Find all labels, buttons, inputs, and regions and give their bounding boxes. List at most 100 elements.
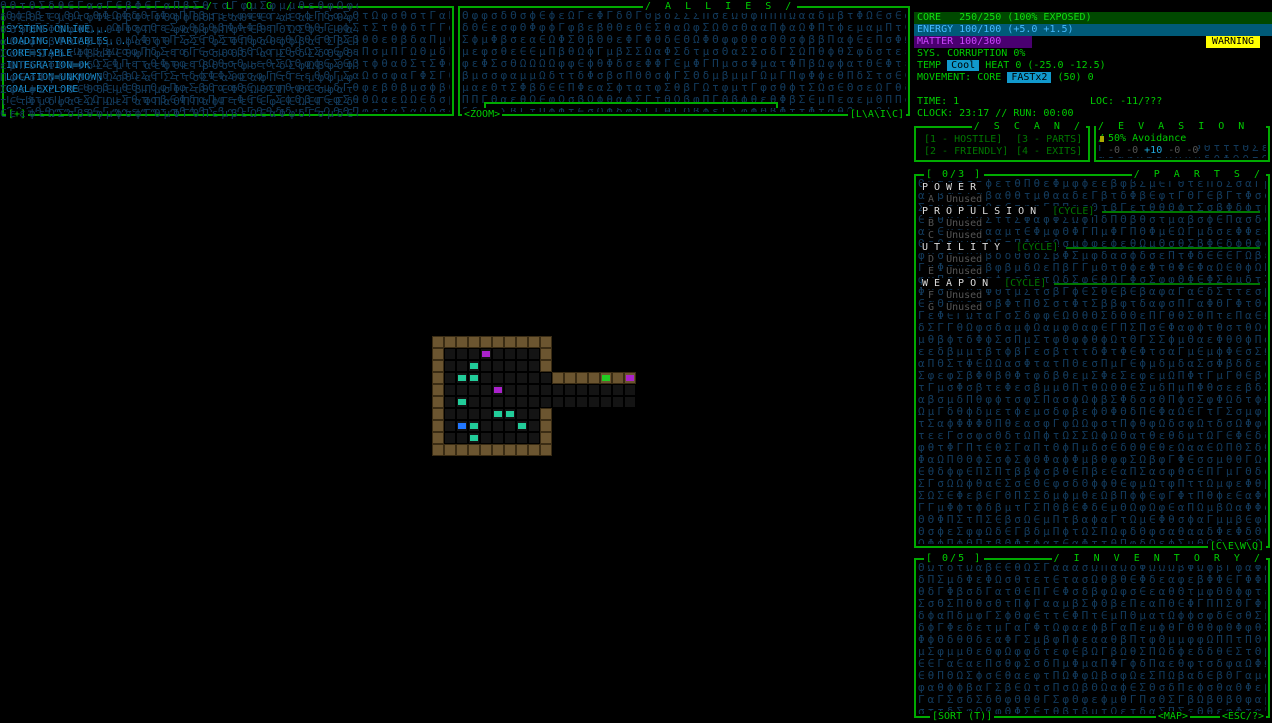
- floor-tile: [480, 432, 492, 444]
- cycle-button[interactable]: [CYCLE]: [1042, 206, 1095, 217]
- floor-tile: [528, 396, 540, 408]
- esc-help-button[interactable]: <ESC/?>: [1219, 711, 1266, 723]
- part-slot[interactable]: D Unused: [928, 254, 983, 266]
- wall-tile: [432, 420, 444, 432]
- floor-tile: [528, 384, 540, 396]
- floor-tile: [492, 372, 504, 384]
- parts-mode-buttons[interactable]: [C\E\W\Q]: [1207, 541, 1266, 553]
- clock-row: Clock: 23:17 // Run: 00:00: [914, 108, 1094, 120]
- part-slot[interactable]: E Unused: [928, 266, 983, 278]
- allies-title: / A L L I E S /: [643, 1, 798, 13]
- floor-tile: [540, 384, 552, 396]
- cycle-button[interactable]: [CYCLE]: [1006, 242, 1059, 253]
- temp-row: TEMP Cool HEAT 0 (-25.0 -12.5): [914, 60, 1272, 72]
- map-object[interactable]: [458, 399, 466, 405]
- energy-bar: ENERGY 100/100 (+5.0 +1.5): [914, 24, 1272, 36]
- wall-tile: [504, 336, 516, 348]
- floor-tile: [552, 384, 564, 396]
- wall-tile: [432, 384, 444, 396]
- floor-tile: [588, 384, 600, 396]
- map-object[interactable]: [470, 375, 478, 381]
- wall-tile: [540, 420, 552, 432]
- part-slot[interactable]: A Unused: [928, 194, 983, 206]
- wall-tile: [492, 444, 504, 456]
- floor-tile: [492, 432, 504, 444]
- wall-tile: [612, 372, 624, 384]
- floor-tile: [528, 360, 540, 372]
- wall-tile: [456, 336, 468, 348]
- part-slot[interactable]: F Unused: [928, 290, 983, 302]
- map-object[interactable]: [518, 423, 526, 429]
- scan-parts[interactable]: [3 - Parts]: [1016, 134, 1082, 146]
- part-group-propulsion: Propulsion [CYCLE]: [922, 206, 1260, 218]
- evasion-mods: -0 -0 +10 -0 -0: [1108, 145, 1199, 157]
- wall-tile: [432, 336, 444, 348]
- zoom-button[interactable]: <ZOOM>: [462, 109, 503, 121]
- map-object[interactable]: [470, 435, 478, 441]
- map-object[interactable]: [494, 411, 502, 417]
- map-object[interactable]: [470, 423, 478, 429]
- floor-tile: [504, 360, 516, 372]
- map-object[interactable]: [626, 375, 634, 381]
- floor-tile: [624, 384, 636, 396]
- time-row: Time: 1 Loc: -11/???: [914, 96, 1272, 108]
- floor-tile: [504, 432, 516, 444]
- floor-tile: [516, 408, 528, 420]
- wall-tile: [540, 336, 552, 348]
- movement-badge: FASTx2: [1007, 72, 1052, 83]
- floor-tile: [444, 360, 456, 372]
- wall-tile: [480, 444, 492, 456]
- floor-tile: [528, 432, 540, 444]
- wall-tile: [576, 372, 588, 384]
- floor-tile: [480, 408, 492, 420]
- part-slot[interactable]: G Unused: [928, 302, 983, 314]
- cycle-button[interactable]: [CYCLE]: [994, 278, 1047, 289]
- floor-tile: [528, 420, 540, 432]
- floor-tile: [516, 348, 528, 360]
- map-button[interactable]: <MAP>: [1155, 711, 1190, 723]
- floor-tile: [528, 348, 540, 360]
- floor-tile: [456, 360, 468, 372]
- map-object[interactable]: [602, 375, 610, 381]
- floor-tile: [528, 372, 540, 384]
- corruption-row: SYS. CORRUPTION 0%: [914, 48, 1272, 60]
- scan-friendly[interactable]: [2 - Friendly]: [924, 146, 1008, 158]
- wall-tile: [588, 372, 600, 384]
- wall-tile: [468, 336, 480, 348]
- floor-tile: [480, 384, 492, 396]
- floor-tile: [468, 408, 480, 420]
- map-object[interactable]: [506, 411, 514, 417]
- warning-badge: Warning: [1206, 36, 1260, 48]
- scan-exits[interactable]: [4 - Exits]: [1016, 146, 1082, 158]
- floor-tile: [444, 408, 456, 420]
- wall-tile: [516, 444, 528, 456]
- map-object[interactable]: [458, 423, 466, 429]
- part-group-utility: Utility [CYCLE]: [922, 242, 1260, 254]
- part-slot[interactable]: C Unused: [928, 230, 983, 242]
- floor-tile: [444, 420, 456, 432]
- inventory-title: / I N V E N T O R Y /: [1051, 553, 1266, 565]
- floor-tile: [468, 348, 480, 360]
- floor-tile: [516, 384, 528, 396]
- wall-tile: [540, 360, 552, 372]
- wall-tile: [432, 444, 444, 456]
- map-object[interactable]: [494, 387, 502, 393]
- part-slot[interactable]: B Unused: [928, 218, 983, 230]
- wall-tile: [516, 336, 528, 348]
- inventory-count: [ 0/5 ]: [924, 553, 985, 565]
- floor-tile: [492, 396, 504, 408]
- map-object[interactable]: [470, 363, 478, 369]
- sort-button[interactable]: [SORT (T)]: [930, 711, 995, 723]
- floor-tile: [444, 432, 456, 444]
- part-group-power: Power: [922, 182, 983, 193]
- wall-tile: [528, 336, 540, 348]
- glyph-noise: ΘΘτΘΣδθ∈ΓασΓ∈βΦ∈ΓαΠβΣθτσΓφμΣφμμΘεΘφΩφφδτ…: [0, 0, 358, 120]
- floor-tile: [456, 348, 468, 360]
- map-object[interactable]: [482, 351, 490, 357]
- wall-tile: [540, 444, 552, 456]
- floor-tile: [576, 396, 588, 408]
- map-object[interactable]: [458, 375, 466, 381]
- scan-hostile[interactable]: [1 - Hostile]: [924, 134, 1002, 146]
- ally-mode-buttons[interactable]: [L\A\I\C]: [847, 109, 906, 121]
- floor-tile: [540, 396, 552, 408]
